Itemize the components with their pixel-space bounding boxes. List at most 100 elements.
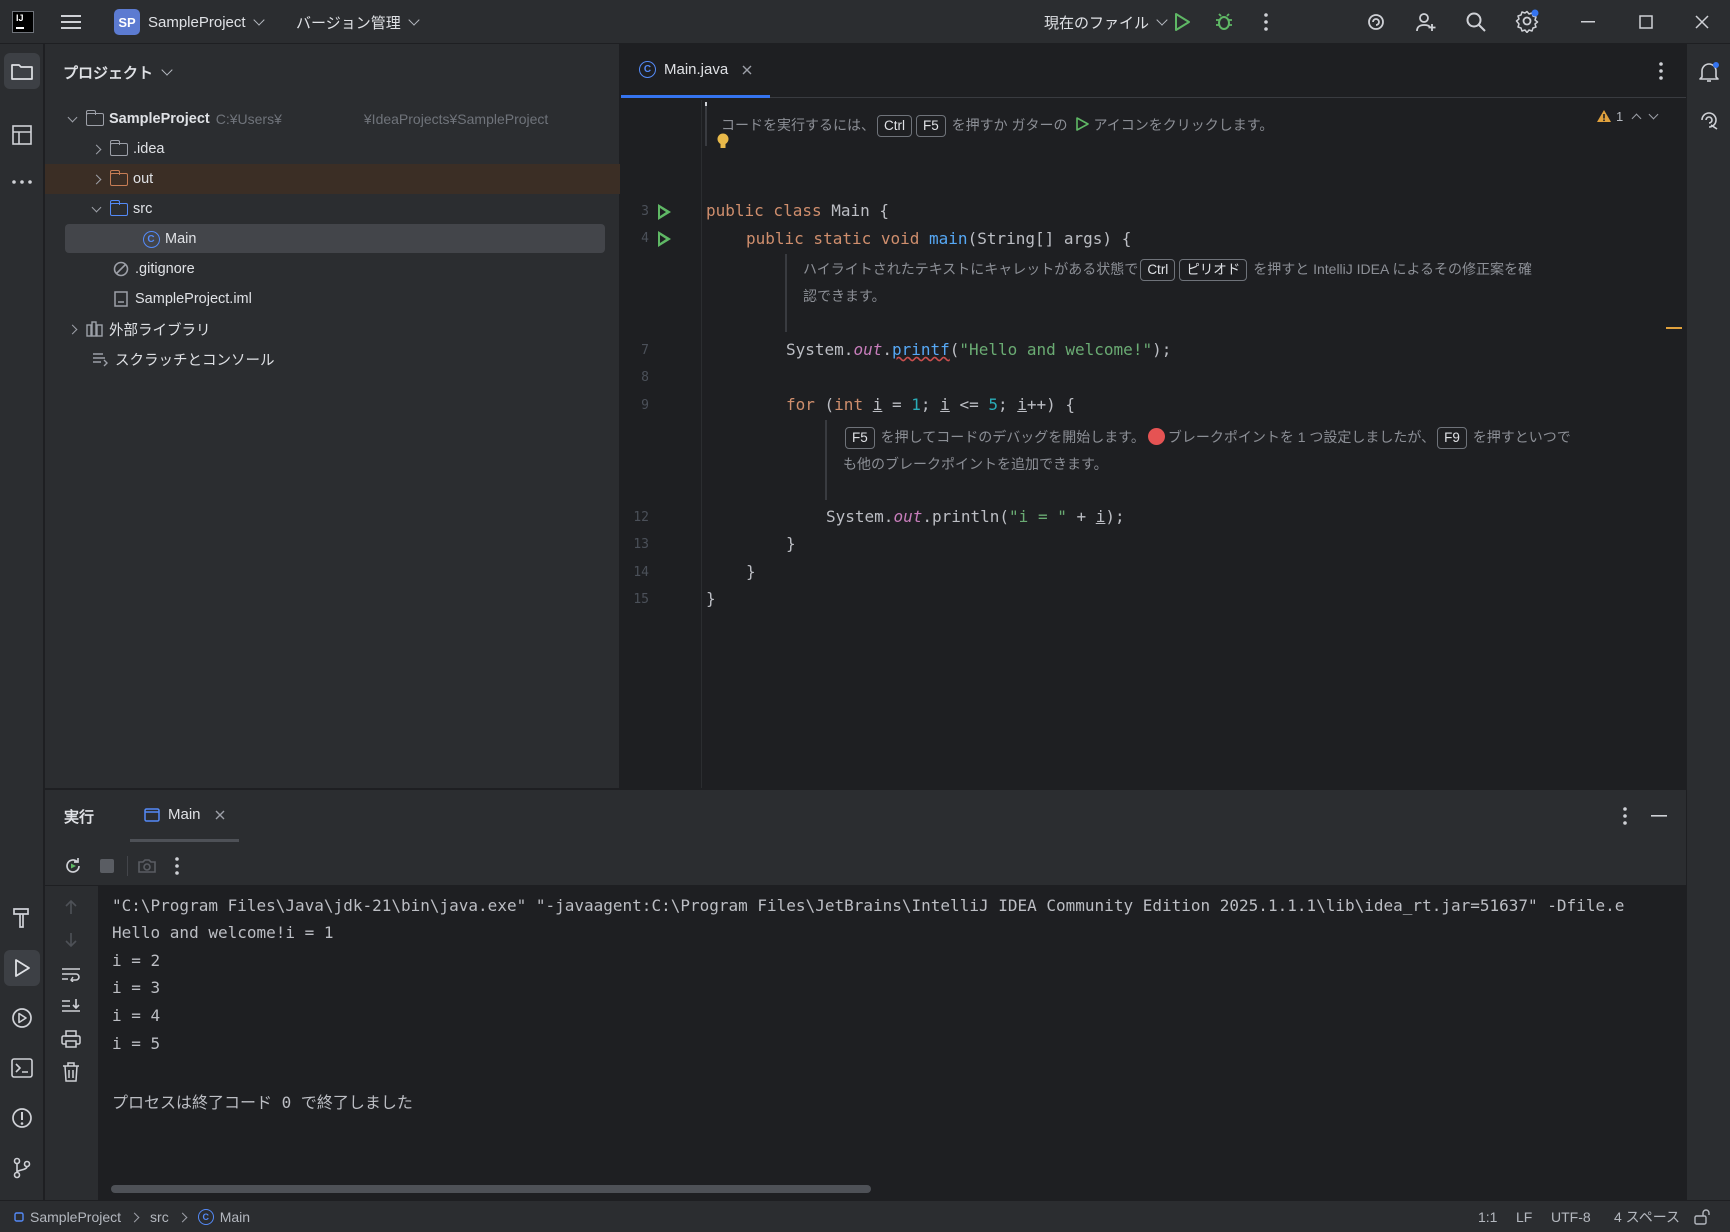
code-line-3[interactable]: public class Main { — [706, 201, 889, 220]
build-hammer-icon[interactable] — [4, 900, 40, 936]
tree-item-sampleproject[interactable]: SampleProject C:¥Users¥ ¥IdeaProjects¥Sa… — [45, 104, 620, 134]
scroll-to-end-icon[interactable] — [59, 994, 83, 1018]
notifications-bell-icon[interactable] — [1691, 54, 1727, 90]
module-file-icon — [114, 291, 128, 307]
tree-item-src[interactable]: src — [45, 194, 620, 224]
intellij-logo-icon[interactable]: IJ — [12, 11, 34, 33]
close-tab-icon[interactable] — [215, 810, 225, 820]
minimize-window-icon[interactable] — [1576, 10, 1600, 34]
breadcrumb-src[interactable]: src — [150, 1209, 169, 1225]
vcs-menu[interactable]: バージョン管理 — [296, 0, 420, 44]
code-line-14[interactable]: } — [746, 562, 756, 581]
tree-item-idea[interactable]: .idea — [45, 134, 620, 164]
hide-panel-icon[interactable] — [1649, 806, 1669, 826]
caret-position[interactable]: 1:1 — [1478, 1201, 1497, 1232]
run-config-selector[interactable]: 現在のファイル — [1044, 0, 1168, 44]
add-user-icon[interactable] — [1414, 10, 1438, 34]
search-icon[interactable] — [1464, 10, 1488, 34]
title-bar: IJ SP SampleProject バージョン管理 現在のファイル — [0, 0, 1730, 44]
more-actions-icon[interactable] — [1256, 10, 1276, 34]
line-number: 14 — [633, 565, 649, 580]
chevron-down-icon — [408, 13, 420, 26]
more-run-actions-icon[interactable] — [169, 854, 185, 878]
code-line-13[interactable]: } — [786, 534, 796, 553]
bug-icon — [1216, 13, 1232, 30]
run-class-gutter-icon[interactable] — [657, 204, 671, 220]
line-separator[interactable]: LF — [1516, 1201, 1532, 1232]
run-tab-main[interactable]: Main — [130, 790, 239, 842]
inspection-widget[interactable]: 1 — [1596, 104, 1659, 128]
tree-item-label: 外部ライブラリ — [109, 322, 211, 339]
structure-icon[interactable] — [4, 117, 40, 153]
ai-chat-icon[interactable] — [1691, 102, 1727, 138]
gutter-separator — [701, 100, 702, 788]
run-tool-icon[interactable] — [4, 950, 40, 986]
run-panel-title: 実行 — [64, 808, 95, 826]
file-encoding[interactable]: UTF-8 — [1551, 1201, 1591, 1232]
breadcrumb-project[interactable]: SampleProject — [30, 1209, 121, 1225]
code-line-15[interactable]: } — [706, 589, 716, 608]
problems-icon[interactable] — [4, 1100, 40, 1136]
ai-assistant-icon[interactable] — [1364, 10, 1388, 34]
chevron-right-icon — [91, 144, 101, 154]
breadcrumb-main[interactable]: Main — [220, 1209, 250, 1225]
tree-item-label: .gitignore — [135, 261, 195, 277]
code-line-7[interactable]: System.out.printf("Hello and welcome!"); — [786, 340, 1171, 359]
tree-item-out[interactable]: out — [45, 164, 620, 194]
console-line: "C:\Program Files\Java\jdk-21\bin\java.e… — [112, 896, 1625, 915]
tree-item-iml[interactable]: SampleProject.iml — [45, 284, 620, 314]
code-line-9[interactable]: for (int i = 1; i <= 5; i++) { — [786, 395, 1075, 414]
project-tool-folder-icon[interactable] — [4, 53, 40, 89]
tree-item-gitignore[interactable]: .gitignore — [45, 254, 620, 284]
run-panel-options-icon[interactable] — [1615, 806, 1635, 826]
tab-main-java[interactable]: C Main.java — [621, 44, 771, 98]
inline-hint-debug: F5 を押してコードのデバッグを開始します。 ブレークポイントを 1 つ設定しまし… — [843, 427, 1571, 472]
services-icon[interactable] — [4, 1000, 40, 1036]
console-output[interactable]: "C:\Program Files\Java\jdk-21\bin\java.e… — [98, 886, 1686, 1201]
indent-setting[interactable]: 4 スペース — [1614, 1201, 1680, 1232]
scratches-icon — [93, 353, 108, 367]
stop-icon[interactable] — [95, 854, 119, 878]
chevron-down-icon[interactable] — [1648, 109, 1659, 119]
debug-button[interactable] — [1212, 10, 1236, 34]
project-switcher[interactable]: SP SampleProject — [114, 0, 265, 44]
trash-icon[interactable] — [59, 1060, 83, 1084]
tree-item-main[interactable]: C Main — [45, 224, 620, 254]
more-tools-icon[interactable] — [4, 167, 40, 197]
project-name: SampleProject — [148, 13, 246, 31]
camera-icon[interactable] — [135, 854, 159, 878]
toolbar-divider — [127, 856, 128, 876]
close-tab-icon[interactable] — [742, 65, 752, 75]
print-icon[interactable] — [59, 1027, 83, 1051]
project-panel-header[interactable]: プロジェクト — [63, 44, 173, 100]
readonly-lock-icon[interactable] — [1694, 1201, 1710, 1232]
terminal-icon[interactable] — [4, 1050, 40, 1086]
run-button[interactable] — [1170, 10, 1194, 34]
tab-options-icon[interactable] — [1651, 61, 1671, 81]
inline-hint-quickfix: ハイライトされたテキストにキャレットがある状態で Ctrl ピリオド を押すと In… — [803, 259, 1533, 304]
hint-bar — [825, 420, 827, 500]
tree-item-external-libraries[interactable]: 外部ライブラリ — [45, 314, 620, 344]
horizontal-scrollbar[interactable] — [111, 1185, 871, 1193]
lightbulb-icon[interactable] — [715, 132, 731, 150]
code-line-12[interactable]: System.out.println("i = " + i); — [826, 507, 1125, 526]
chevron-up-icon[interactable] — [1631, 113, 1642, 123]
run-main-gutter-icon[interactable] — [657, 231, 671, 247]
warning-stripe-marker[interactable] — [1666, 327, 1682, 329]
settings-gear-icon[interactable] — [1514, 8, 1540, 34]
rerun-icon[interactable] — [61, 854, 85, 878]
main-menu-icon[interactable] — [58, 10, 84, 34]
console-line: i = 5 — [112, 1034, 161, 1053]
scroll-up-icon[interactable] — [59, 895, 83, 919]
scroll-down-icon[interactable] — [59, 928, 83, 952]
console-line: プロセスは終了コード 0 で終了しました — [112, 1093, 413, 1112]
close-window-icon[interactable] — [1690, 10, 1714, 34]
soft-wrap-icon[interactable] — [59, 962, 83, 986]
run-toolbar — [45, 844, 1686, 886]
console-line: Hello and welcome!i = 1 — [112, 923, 334, 942]
code-line-4[interactable]: public static void main(String[] args) { — [746, 229, 1131, 248]
kbd-ctrl: Ctrl — [1140, 259, 1176, 281]
git-branch-icon[interactable] — [4, 1150, 40, 1186]
maximize-window-icon[interactable] — [1634, 10, 1658, 34]
tree-item-scratches[interactable]: スクラッチとコンソール — [45, 344, 620, 374]
